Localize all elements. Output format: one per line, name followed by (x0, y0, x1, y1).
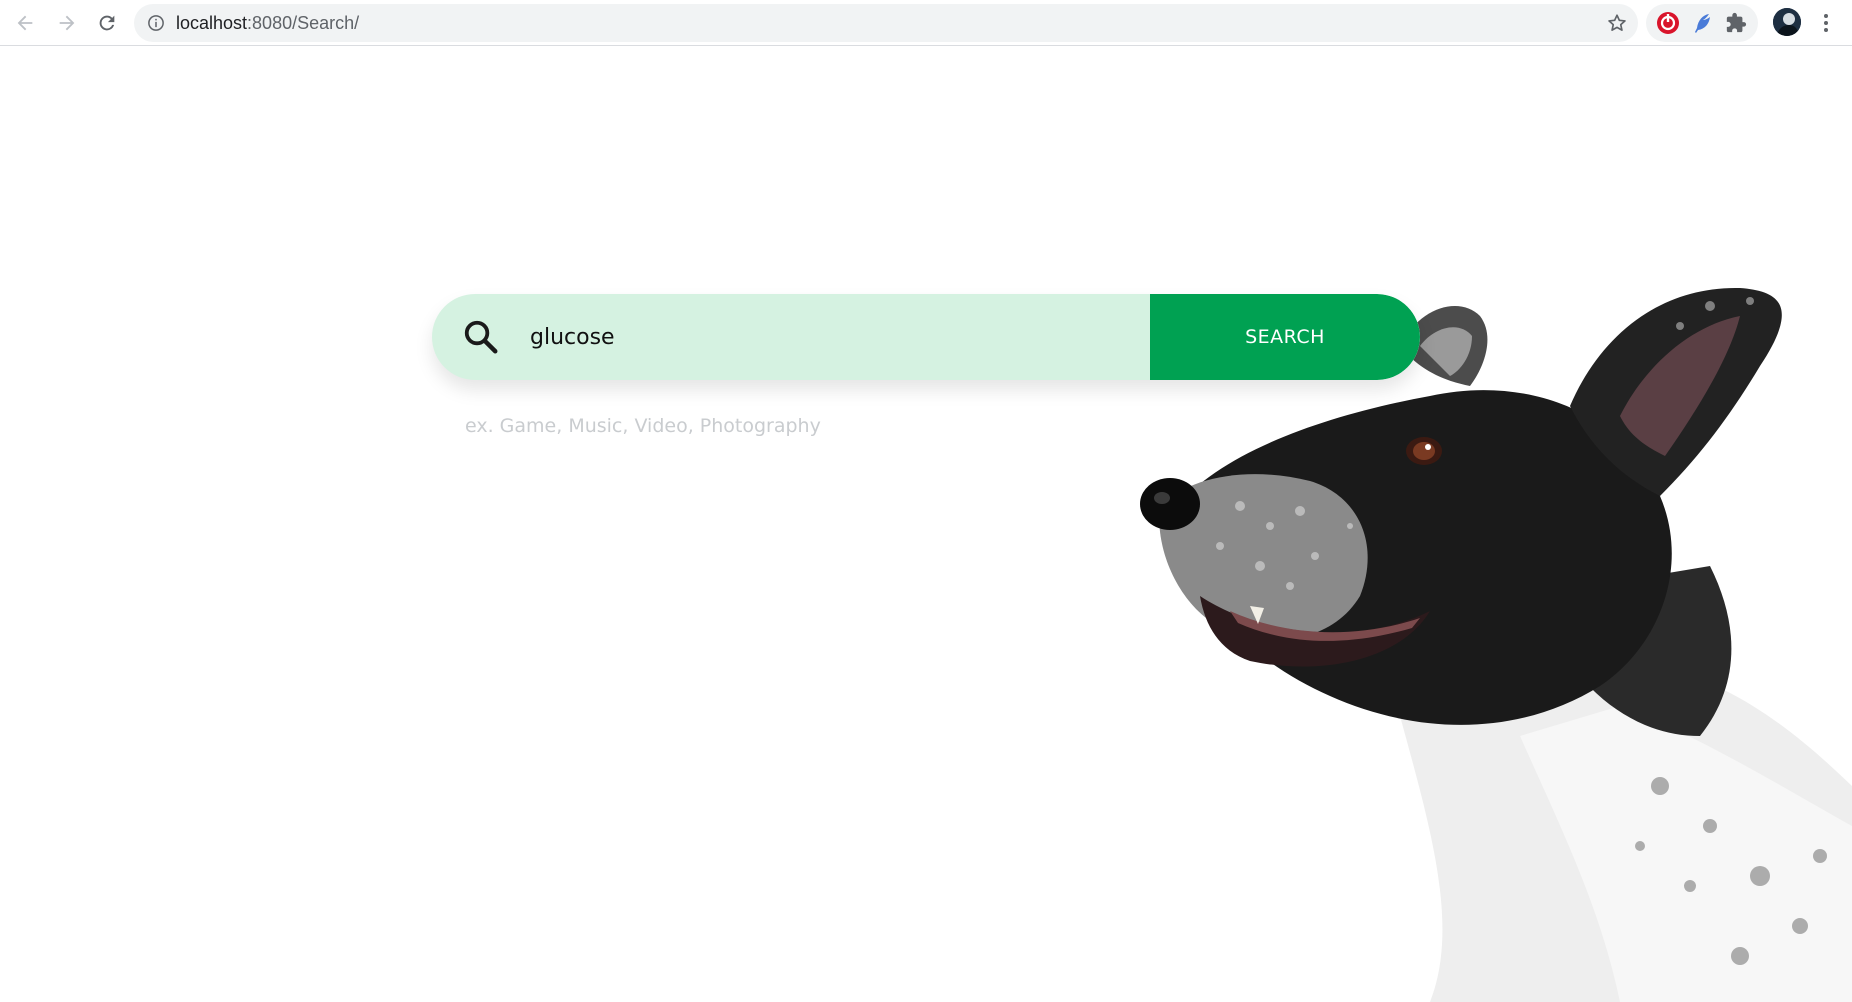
star-icon[interactable] (1606, 12, 1628, 34)
address-bar[interactable]: localhost:8080/Search/ (134, 4, 1638, 42)
extensions-group (1646, 4, 1758, 42)
back-button[interactable] (10, 8, 40, 38)
search-input[interactable] (530, 294, 1142, 380)
reload-button[interactable] (92, 8, 122, 38)
browser-toolbar: localhost:8080/Search/ (0, 0, 1852, 46)
browser-menu-button[interactable] (1814, 8, 1838, 38)
avatar[interactable] (1773, 8, 1801, 36)
puzzle-icon (1726, 12, 1747, 33)
red-extension-button[interactable] (1656, 11, 1680, 35)
search-bar: SEARCH (432, 294, 1420, 380)
arrow-left-icon (17, 15, 33, 31)
feather-extension-button[interactable] (1690, 11, 1714, 35)
search-icon (464, 320, 498, 354)
url-path: :8080/Search/ (247, 13, 360, 33)
red-extension-icon (1657, 12, 1679, 34)
url-host: localhost (176, 13, 248, 33)
feather-extension-icon (1695, 14, 1710, 33)
kebab-menu-icon (1824, 14, 1828, 32)
search-hint: ex. Game, Music, Video, Photography (465, 415, 821, 437)
profile-picture-icon (1773, 8, 1801, 36)
url-text[interactable]: localhost:8080/Search/ (176, 4, 359, 42)
info-icon[interactable] (147, 14, 165, 32)
reload-icon (99, 15, 115, 31)
forward-button[interactable] (52, 8, 82, 38)
arrow-right-icon (59, 15, 75, 31)
extensions-button[interactable] (1724, 11, 1748, 35)
search-button[interactable]: SEARCH (1150, 294, 1420, 380)
search-page: SEARCH ex. Game, Music, Video, Photograp… (0, 46, 1852, 1002)
